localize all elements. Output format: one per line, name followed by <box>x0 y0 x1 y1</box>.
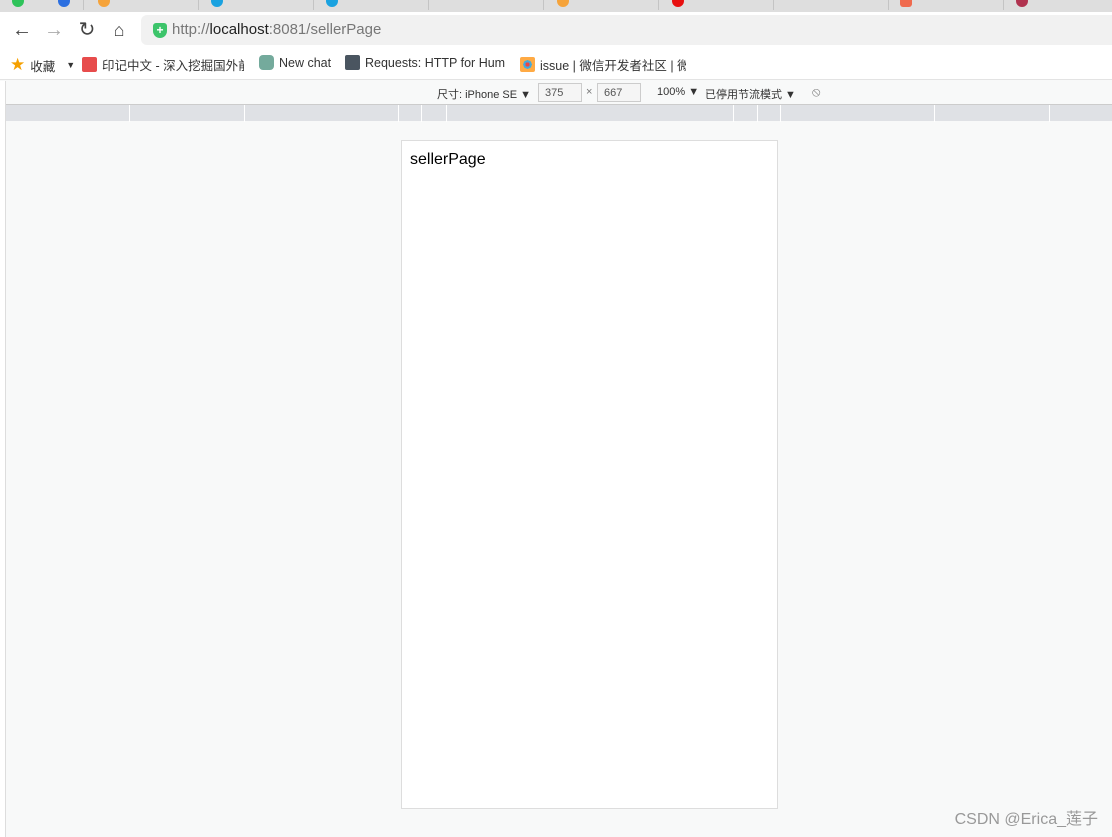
secure-shield-icon: + <box>153 23 167 38</box>
openai-icon <box>259 55 274 70</box>
wechat-dev-icon <box>520 57 535 72</box>
tab-favicon[interactable] <box>557 0 569 7</box>
rotate-icon[interactable]: ⦸ <box>812 84 820 100</box>
tab-favicon[interactable] <box>326 0 338 7</box>
zoom-select[interactable]: 100% ▼ <box>657 86 699 98</box>
bookmark-yinji[interactable]: 印记中文 - 深入挖掘国外前 <box>82 55 244 74</box>
tab-favicon[interactable] <box>98 0 110 7</box>
device-viewport: sellerPage <box>401 140 778 809</box>
tab-favicon[interactable] <box>58 0 70 7</box>
dropdown-icon[interactable]: ▼ <box>66 60 75 70</box>
device-toolbar: 尺寸: iPhone SE ▼ 375 × 667 100% ▼ 已停用节流模式… <box>6 81 1112 104</box>
forward-icon[interactable]: → <box>42 18 66 42</box>
url-text[interactable]: http://localhost:8081/sellerPage <box>172 21 381 38</box>
bookmark-label: issue | 微信开发者社区 | 微 <box>540 59 686 73</box>
url-scheme: http:// <box>172 21 210 38</box>
tab-favicon[interactable] <box>211 0 223 7</box>
yinji-icon <box>82 57 97 72</box>
bookmarks-bar: ★ 收藏 ▼ 印记中文 - 深入挖掘国外前 New chat Requests: H… <box>0 48 1112 80</box>
bookmark-favorites[interactable]: ★ 收藏 ▼ <box>10 55 75 75</box>
bookmark-label: 收藏 <box>30 59 56 74</box>
star-icon: ★ <box>10 55 26 74</box>
browser-toolbar: ← → ↻ ⌂ + http://localhost:8081/sellerPa… <box>0 12 1112 48</box>
tab-favicon[interactable] <box>1016 0 1028 7</box>
bookmark-requests[interactable]: Requests: HTTP for Hum <box>345 55 507 70</box>
devtools-side-edge <box>0 81 6 837</box>
bookmark-label: Requests: HTTP for Hum <box>365 55 506 70</box>
watermark: CSDN @Erica_莲子 <box>954 811 1098 828</box>
back-icon[interactable]: ← <box>10 18 34 42</box>
url-host: localhost <box>209 21 269 38</box>
url-path: :8081/sellerPage <box>268 21 382 38</box>
page-text: sellerPage <box>410 151 486 168</box>
dimension-separator: × <box>586 86 593 98</box>
tab-favicon[interactable] <box>12 0 24 7</box>
bookmark-label: New chat <box>279 55 332 70</box>
height-input[interactable]: 667 <box>597 83 641 102</box>
bookmark-label: 印记中文 - 深入挖掘国外前 <box>102 59 244 73</box>
media-query-bar[interactable] <box>6 104 1112 122</box>
reload-icon[interactable]: ↻ <box>75 18 99 42</box>
bookmark-new-chat[interactable]: New chat <box>259 55 331 70</box>
tab-favicon[interactable] <box>900 0 912 7</box>
throttle-select[interactable]: 已停用节流模式 ▼ <box>705 86 796 102</box>
home-icon[interactable]: ⌂ <box>107 18 131 42</box>
address-bar[interactable]: + http://localhost:8081/sellerPage <box>141 15 1112 45</box>
tab-strip <box>0 0 1112 12</box>
width-input[interactable]: 375 <box>538 83 582 102</box>
bookmark-wechat-issue[interactable]: issue | 微信开发者社区 | 微 <box>520 55 686 74</box>
tab-favicon[interactable] <box>672 0 684 7</box>
device-select[interactable]: 尺寸: iPhone SE ▼ <box>437 86 531 102</box>
requests-icon <box>345 55 360 70</box>
